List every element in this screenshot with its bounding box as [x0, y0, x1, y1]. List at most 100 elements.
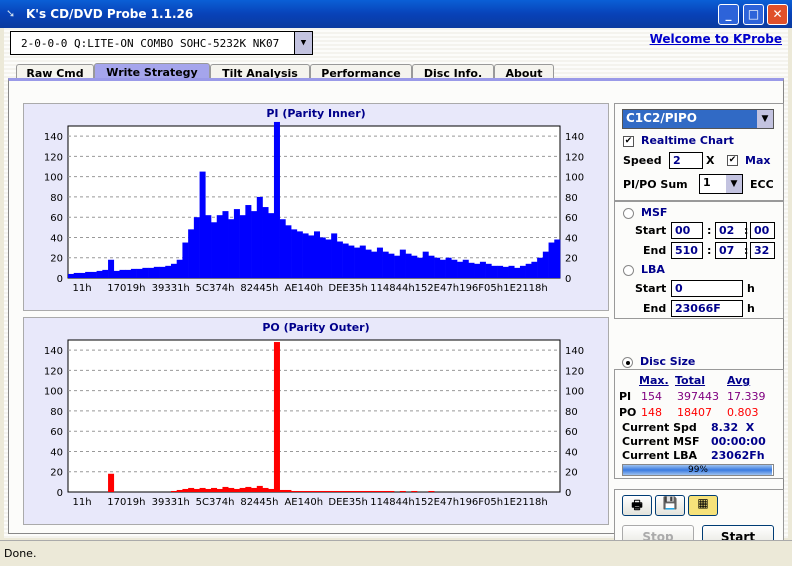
data-bar [428, 490, 435, 492]
data-bar [245, 205, 252, 278]
pi-chart-title: PI (Parity Inner) [266, 107, 366, 120]
data-bar [531, 261, 538, 278]
lba-start-label: Start [635, 282, 667, 295]
realtime-chart-checkbox[interactable]: ✔ [623, 136, 634, 147]
data-bar [474, 263, 481, 278]
y-tick-label-left: 60 [50, 213, 63, 224]
chevron-down-icon[interactable]: ▼ [757, 110, 773, 128]
y-tick-label-left: 80 [50, 193, 63, 204]
y-tick-label-right: 80 [565, 407, 578, 418]
stats-header-total: Total [675, 374, 706, 387]
lba-end-input[interactable]: 23066F [671, 300, 743, 317]
chevron-down-icon[interactable]: ▼ [294, 32, 312, 54]
data-bar [439, 259, 446, 278]
lba-label: LBA [641, 263, 665, 276]
print-button[interactable]: 🖶 [622, 495, 652, 516]
data-bar [262, 487, 269, 492]
msf-end-frame[interactable]: 32 [750, 242, 775, 259]
y-tick-label-right: 20 [565, 468, 578, 479]
speed-input[interactable]: 2 [669, 152, 703, 169]
data-bar [411, 255, 418, 278]
msf-radio[interactable] [623, 208, 634, 219]
y-tick-label-right: 120 [565, 366, 584, 377]
data-bar [256, 196, 263, 278]
data-bar [142, 267, 149, 278]
speed-label: Speed [623, 154, 662, 167]
y-tick-label-left: 60 [50, 427, 63, 438]
mode-select[interactable]: C1C2/PIPO ▼ [622, 109, 774, 129]
pipo-sum-label: PI/PO Sum [623, 178, 688, 191]
data-bar [308, 490, 315, 492]
data-bar [342, 490, 349, 492]
x-tick-label: 114844h [370, 497, 415, 508]
y-tick-label-left: 20 [50, 468, 63, 479]
open-chart-button[interactable]: ▦ [688, 495, 718, 516]
data-bar [108, 259, 115, 278]
y-tick-label-left: 40 [50, 447, 63, 458]
data-bar [228, 487, 235, 492]
data-bar [416, 257, 423, 278]
msf-end-sec[interactable]: 07 [715, 242, 747, 259]
data-bar [359, 245, 366, 278]
y-tick-label-right: 20 [565, 254, 578, 265]
progress-bar: 99% [622, 464, 774, 476]
folder-chart-icon: ▦ [697, 496, 709, 510]
x-tick-label: AE140h [284, 497, 323, 508]
data-bar [188, 229, 195, 278]
lba-start-input[interactable]: 0 [671, 280, 743, 297]
pipo-sum-select[interactable]: 1 ▼ [699, 174, 743, 194]
close-button[interactable]: ✕ [767, 4, 788, 25]
data-bar [170, 263, 177, 278]
plot-area [67, 339, 561, 493]
msf-end-min[interactable]: 510 [671, 242, 703, 259]
msf-start-min[interactable]: 00 [671, 222, 703, 239]
data-bar [491, 265, 498, 278]
data-bar [170, 490, 177, 492]
data-bar [348, 245, 355, 278]
stats-header-max: Max. [639, 374, 669, 387]
data-bar [211, 487, 218, 492]
x-tick-label: AE140h [284, 283, 323, 294]
msf-start-sec[interactable]: 02 [715, 222, 747, 239]
lba-radio[interactable] [623, 265, 634, 276]
data-bar [96, 270, 103, 278]
y-tick-label-left: 0 [57, 488, 63, 499]
x-tick-label: 5C374h [196, 497, 235, 508]
x-tick-label: 152E47h [415, 283, 459, 294]
data-bar [279, 489, 286, 492]
current-msf-label: Current MSF [622, 435, 700, 448]
hex-suffix: h [747, 302, 755, 315]
y-tick-label-left: 100 [44, 387, 63, 398]
data-bar [462, 259, 469, 278]
data-bar [359, 490, 366, 492]
data-bar [371, 490, 378, 492]
data-bar [165, 265, 172, 278]
data-bar [90, 271, 97, 278]
x-tick-label: 11h [72, 283, 91, 294]
x-tick-label: 39331h [152, 283, 190, 294]
x-tick-label: 17019h [107, 283, 145, 294]
y-tick-label-left: 120 [44, 152, 63, 163]
data-bar [176, 489, 183, 492]
data-bar [508, 265, 515, 278]
drive-select[interactable]: 2-0-0-0 Q:LITE-ON COMBO SOHC-5232K NK07 ▼ [10, 31, 313, 55]
data-bar [519, 265, 526, 278]
lba-end-label: End [643, 302, 667, 315]
welcome-link[interactable]: Welcome to KProbe [650, 32, 782, 46]
max-checkbox[interactable]: ✔ [727, 155, 738, 166]
x-tick-label: 196F05h [459, 283, 503, 294]
save-button[interactable]: 💾 [655, 495, 685, 516]
minimize-button[interactable]: _ [718, 4, 739, 25]
data-bar [314, 490, 321, 492]
data-bar [108, 473, 115, 492]
maximize-button[interactable]: □ [743, 4, 764, 25]
msf-start-frame[interactable]: 00 [750, 222, 775, 239]
y-tick-label-left: 120 [44, 366, 63, 377]
data-bar [273, 121, 280, 278]
data-bar [302, 233, 309, 278]
chevron-down-icon[interactable]: ▼ [726, 175, 742, 193]
data-bar [434, 257, 441, 278]
chart-options-group: C1C2/PIPO ▼ ✔ Realtime Chart Speed 2 X ✔ … [614, 103, 784, 201]
disc-size-radio[interactable] [622, 357, 633, 368]
y-tick-label-left: 140 [44, 346, 63, 357]
